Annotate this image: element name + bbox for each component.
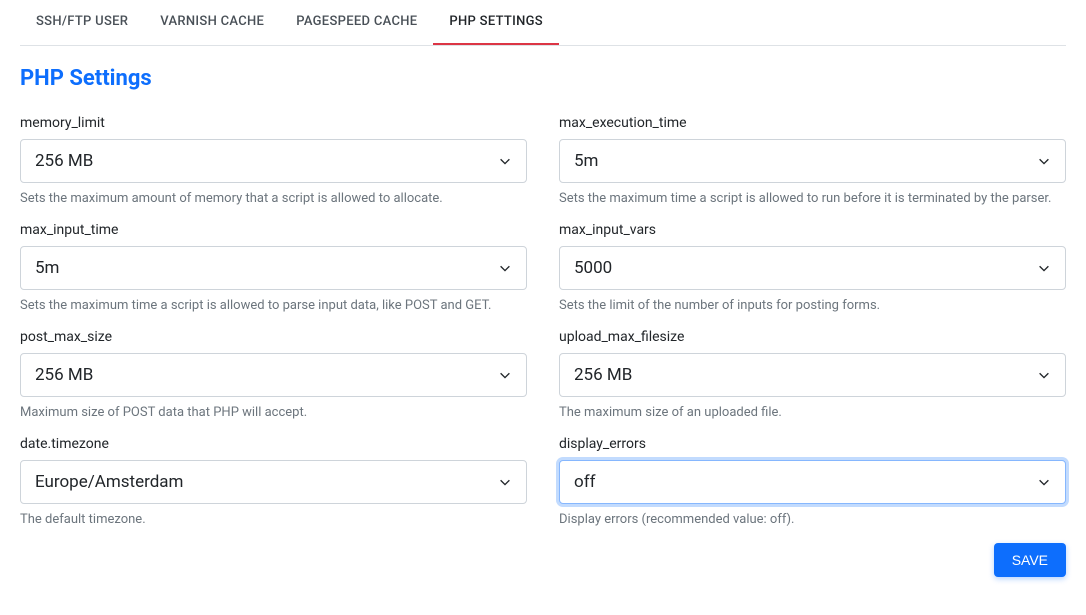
select-display-errors-value: off	[574, 472, 596, 492]
tab-pagespeed-cache[interactable]: PAGESPEED CACHE	[280, 0, 433, 45]
chevron-down-icon	[1037, 154, 1051, 168]
field-memory-limit: memory_limit 256 MB Sets the maximum amo…	[20, 115, 527, 206]
label-max-execution-time: max_execution_time	[559, 115, 1066, 131]
help-upload-max-filesize: The maximum size of an uploaded file.	[559, 405, 1066, 420]
field-display-errors: display_errors off Display errors (recom…	[559, 436, 1066, 527]
select-max-input-vars[interactable]: 5000	[559, 246, 1066, 290]
select-max-execution-time-value: 5m	[574, 151, 598, 171]
chevron-down-icon	[1037, 475, 1051, 489]
label-display-errors: display_errors	[559, 436, 1066, 452]
select-max-input-time-value: 5m	[35, 258, 59, 278]
chevron-down-icon	[1037, 261, 1051, 275]
tab-varnish-cache[interactable]: VARNISH CACHE	[144, 0, 280, 45]
save-button[interactable]: SAVE	[994, 543, 1066, 577]
select-upload-max-filesize[interactable]: 256 MB	[559, 353, 1066, 397]
select-memory-limit[interactable]: 256 MB	[20, 139, 527, 183]
actions-bar: SAVE	[20, 543, 1066, 577]
field-max-input-vars: max_input_vars 5000 Sets the limit of th…	[559, 222, 1066, 313]
label-max-input-vars: max_input_vars	[559, 222, 1066, 238]
help-post-max-size: Maximum size of POST data that PHP will …	[20, 405, 527, 420]
field-date-timezone: date.timezone Europe/Amsterdam The defau…	[20, 436, 527, 527]
label-upload-max-filesize: upload_max_filesize	[559, 329, 1066, 345]
help-display-errors: Display errors (recommended value: off).	[559, 512, 1066, 527]
help-max-execution-time: Sets the maximum time a script is allowe…	[559, 191, 1066, 206]
page-title: PHP Settings	[20, 66, 1066, 91]
select-upload-max-filesize-value: 256 MB	[574, 365, 632, 385]
chevron-down-icon	[1037, 368, 1051, 382]
select-date-timezone[interactable]: Europe/Amsterdam	[20, 460, 527, 504]
label-date-timezone: date.timezone	[20, 436, 527, 452]
select-display-errors[interactable]: off	[559, 460, 1066, 504]
select-memory-limit-value: 256 MB	[35, 151, 93, 171]
select-max-input-vars-value: 5000	[574, 258, 612, 278]
label-post-max-size: post_max_size	[20, 329, 527, 345]
chevron-down-icon	[498, 368, 512, 382]
select-max-execution-time[interactable]: 5m	[559, 139, 1066, 183]
help-memory-limit: Sets the maximum amount of memory that a…	[20, 191, 527, 206]
tab-ssh-ftp-user[interactable]: SSH/FTP USER	[20, 0, 144, 45]
field-max-execution-time: max_execution_time 5m Sets the maximum t…	[559, 115, 1066, 206]
select-max-input-time[interactable]: 5m	[20, 246, 527, 290]
field-upload-max-filesize: upload_max_filesize 256 MB The maximum s…	[559, 329, 1066, 420]
field-max-input-time: max_input_time 5m Sets the maximum time …	[20, 222, 527, 313]
chevron-down-icon	[498, 475, 512, 489]
select-post-max-size-value: 256 MB	[35, 365, 93, 385]
field-post-max-size: post_max_size 256 MB Maximum size of POS…	[20, 329, 527, 420]
php-settings-form: memory_limit 256 MB Sets the maximum amo…	[20, 115, 1066, 527]
chevron-down-icon	[498, 261, 512, 275]
label-max-input-time: max_input_time	[20, 222, 527, 238]
tab-php-settings[interactable]: PHP SETTINGS	[433, 0, 559, 45]
tabs-bar: SSH/FTP USER VARNISH CACHE PAGESPEED CAC…	[20, 0, 1066, 46]
select-post-max-size[interactable]: 256 MB	[20, 353, 527, 397]
help-max-input-time: Sets the maximum time a script is allowe…	[20, 298, 527, 313]
help-max-input-vars: Sets the limit of the number of inputs f…	[559, 298, 1066, 313]
help-date-timezone: The default timezone.	[20, 512, 527, 527]
label-memory-limit: memory_limit	[20, 115, 527, 131]
chevron-down-icon	[498, 154, 512, 168]
select-date-timezone-value: Europe/Amsterdam	[35, 472, 183, 492]
